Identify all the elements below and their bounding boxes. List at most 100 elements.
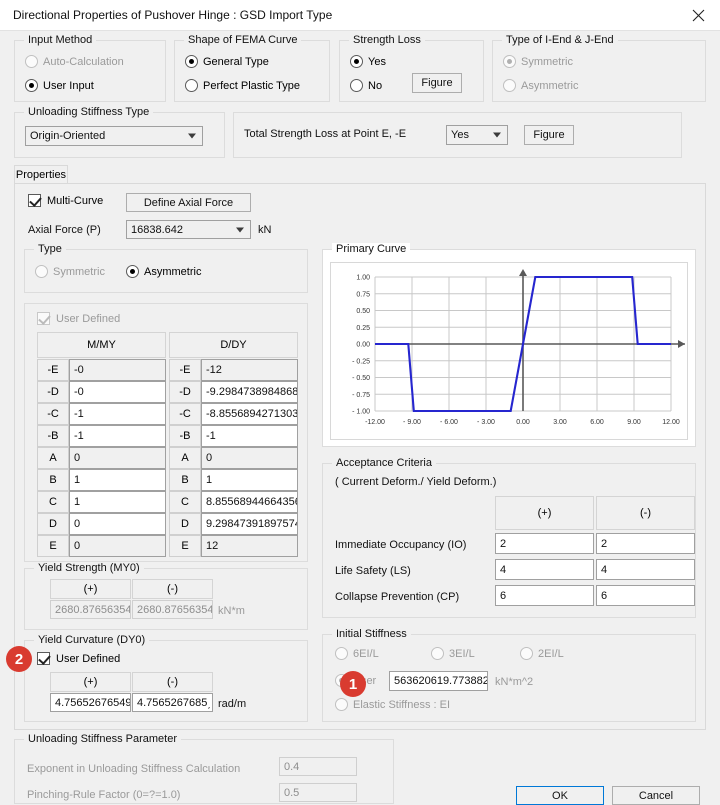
acceptance-row-label: Life Safety (LS) [335,565,411,577]
exponent-field[interactable]: 0.4 [279,757,357,776]
ok-button[interactable]: OK [516,786,604,805]
title-bar: Directional Properties of Pushover Hinge… [0,0,720,31]
cell-mmy[interactable]: 0 [69,513,166,535]
acceptance-minus-field[interactable]: 2 [596,533,695,554]
radio-strength-loss-yes[interactable]: Yes [350,55,386,68]
yield-curvature-minus-field[interactable]: 4.7565267685͵ [132,693,213,712]
radio-general-type[interactable]: General Type [185,55,269,68]
initial-stiffness-unit: kN*m^2 [495,676,533,688]
radio-symmetric-end[interactable]: Symmetric [503,55,573,68]
svg-text:- 1.00: - 1.00 [352,409,370,416]
acceptance-plus-field[interactable]: 6 [495,585,594,606]
table-user-defined-checkbox[interactable]: User Defined [37,312,120,325]
svg-text:0.00: 0.00 [516,419,530,426]
radio-strength-loss-no[interactable]: No [350,79,382,92]
radio-dot-icon [350,55,363,68]
radio-elastic-stiffness[interactable]: Elastic Stiffness : EI [335,698,450,711]
total-strength-loss-figure-button[interactable]: Figure [524,125,574,145]
radio-label: Perfect Plastic Type [203,80,300,92]
acceptance-plus-field[interactable]: 4 [495,559,594,580]
svg-text:12.00: 12.00 [662,419,680,426]
radio-label: Asymmetric [144,266,201,278]
yield-strength-group: Yield Strength (MY0) (+) (-) 2680.876563… [24,568,308,630]
primary-curve-chart: -12.00- 9.00- 6.00- 3.000.003.006.009.00… [330,262,688,440]
radio-asymmetric-end[interactable]: Asymmetric [503,79,578,92]
initial-stiffness-user-field[interactable]: 563620619.773882 [389,671,488,691]
yield-curvature-unit: rad/m [218,698,246,710]
radio-perfect-plastic-type[interactable]: Perfect Plastic Type [185,79,300,92]
cell-ddy[interactable]: -8.85568942713037 [201,403,298,425]
row-key-ddy: -D [169,381,201,403]
cell-mmy[interactable]: 0 [69,447,166,469]
acceptance-minus-field[interactable]: 6 [596,585,695,606]
acceptance-header-minus: (-) [596,496,695,530]
radio-dot-icon [335,698,348,711]
cell-ddy[interactable]: 12 [201,535,298,557]
svg-text:- 6.00: - 6.00 [440,419,458,426]
radio-2eil[interactable]: 2EI/L [520,647,564,660]
cell-ddy[interactable]: 9.29847391897574 [201,513,298,535]
acceptance-criteria-legend: Acceptance Criteria [332,457,436,469]
radio-dot-icon [335,647,348,660]
radio-dot-icon [503,79,516,92]
row-key-ddy: D [169,513,201,535]
acceptance-criteria-subtitle: ( Current Deform./ Yield Deform.) [335,476,496,488]
axial-force-dropdown[interactable]: 16838.642 [126,220,251,239]
cell-ddy[interactable]: -9.29847389848689 [201,381,298,403]
cell-ddy[interactable]: 8.85568944664356 [201,491,298,513]
yield-curvature-plus-field[interactable]: 4.75652676549є [50,693,131,712]
radio-type-symmetric[interactable]: Symmetric [35,265,105,278]
end-type-group: Type of I-End & J-End Symmetric Asymmetr… [492,40,706,102]
cell-ddy[interactable]: -12 [201,359,298,381]
multi-curve-checkbox[interactable]: Multi-Curve [28,194,103,207]
cell-ddy[interactable]: 1 [201,469,298,491]
acceptance-minus-field[interactable]: 4 [596,559,695,580]
cancel-button[interactable]: Cancel [612,786,700,805]
axial-force-label: Axial Force (P) [28,224,101,236]
radio-dot-icon [25,79,38,92]
radio-dot-icon [503,55,516,68]
yield-strength-minus-field[interactable]: 2680.87656354( [132,600,213,619]
cell-mmy[interactable]: 1 [69,469,166,491]
svg-text:6.00: 6.00 [590,419,604,426]
cell-mmy[interactable]: 1 [69,491,166,513]
yield-curvature-user-defined-checkbox[interactable]: User Defined [37,652,120,665]
yield-curvature-header-plus: (+) [50,672,131,692]
close-icon[interactable] [676,0,720,31]
tab-properties[interactable]: Properties [14,165,68,184]
define-axial-force-button[interactable]: Define Axial Force [126,193,251,212]
row-key-mmy: D [37,513,69,535]
cell-mmy[interactable]: -0 [69,359,166,381]
radio-label: Symmetric [521,56,573,68]
yield-strength-header-plus: (+) [50,579,131,599]
row-key-mmy: B [37,469,69,491]
radio-label: No [368,80,382,92]
row-key-ddy: -B [169,425,201,447]
acceptance-plus-field[interactable]: 2 [495,533,594,554]
radio-auto-calculation[interactable]: Auto-Calculation [25,55,124,68]
radio-type-asymmetric[interactable]: Asymmetric [126,265,201,278]
radio-user-input[interactable]: User Input [25,79,94,92]
acceptance-header-plus: (+) [495,496,594,530]
unloading-stiffness-type-value: Origin-Oriented [30,130,105,142]
cell-mmy[interactable]: -1 [69,425,166,447]
radio-3eil[interactable]: 3EI/L [431,647,475,660]
pinching-rule-field[interactable]: 0.5 [279,783,357,802]
unloading-stiffness-type-legend: Unloading Stiffness Type [24,106,153,118]
unloading-stiffness-type-dropdown[interactable]: Origin-Oriented [25,126,203,146]
yield-strength-plus-field[interactable]: 2680.87656354( [50,600,131,619]
cell-ddy[interactable]: 0 [201,447,298,469]
axial-force-unit: kN [258,224,271,236]
cell-mmy[interactable]: 0 [69,535,166,557]
radio-6eil[interactable]: 6EI/L [335,647,379,660]
row-key-ddy: B [169,469,201,491]
yield-strength-header-minus: (-) [132,579,213,599]
cell-mmy[interactable]: -0 [69,381,166,403]
total-strength-loss-dropdown[interactable]: Yes [446,125,508,145]
svg-text:0.25: 0.25 [356,325,370,332]
svg-text:0.50: 0.50 [356,308,370,315]
cell-mmy[interactable]: -1 [69,403,166,425]
strength-loss-figure-button[interactable]: Figure [412,73,462,93]
svg-text:1.00: 1.00 [356,275,370,282]
cell-ddy[interactable]: -1 [201,425,298,447]
